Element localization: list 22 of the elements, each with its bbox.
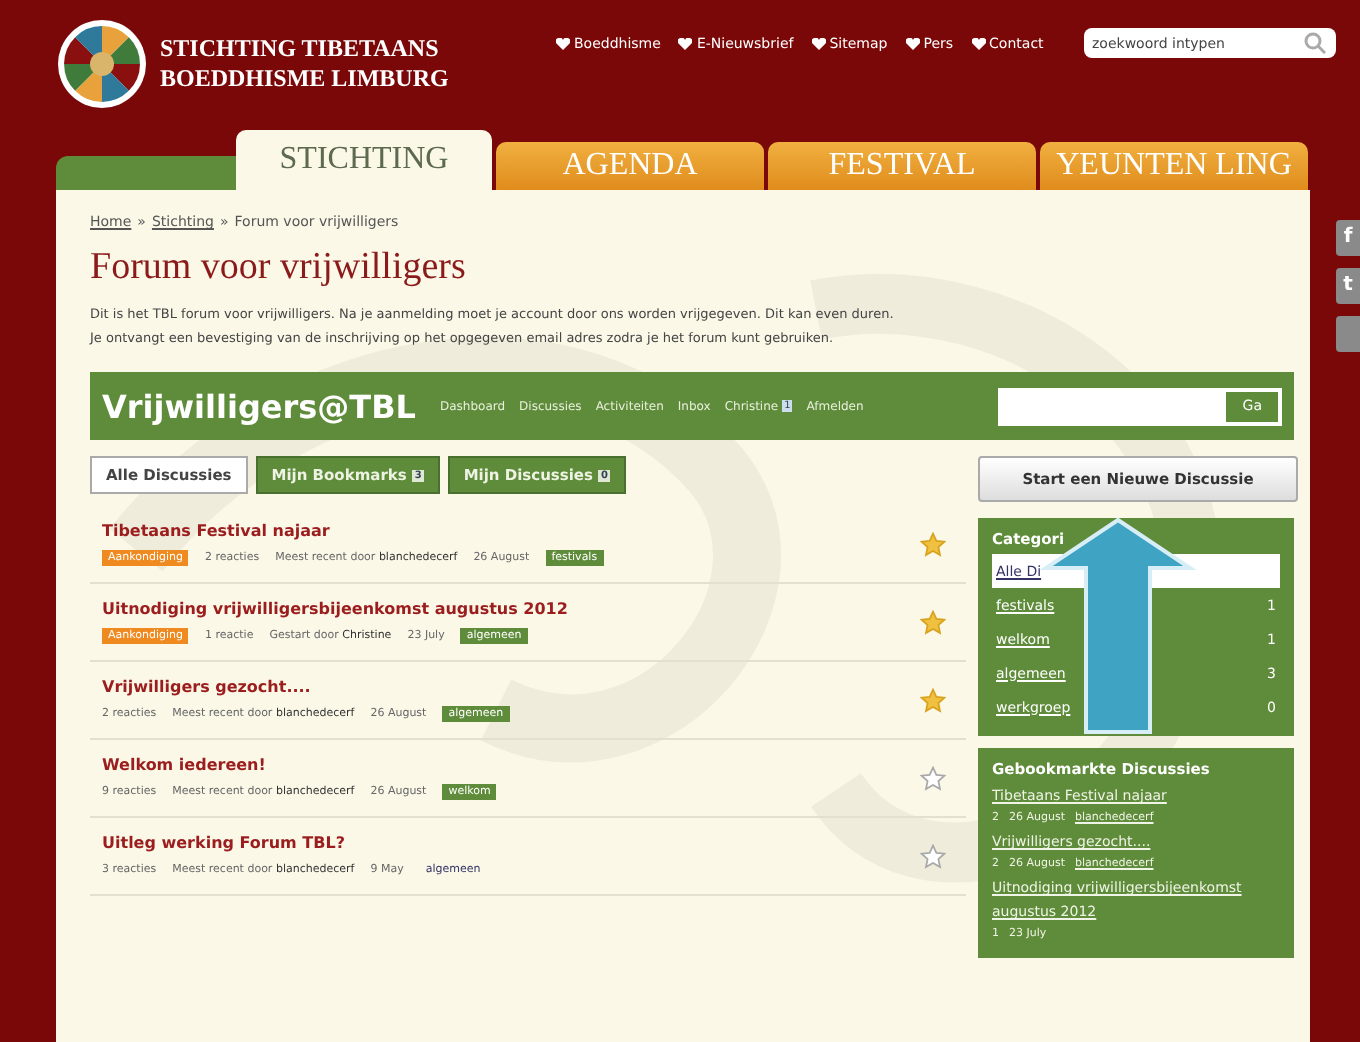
- site-title: STICHTING TIBETAANS: [160, 34, 441, 64]
- heart-icon: [556, 38, 570, 50]
- heart-icon: [905, 38, 920, 50]
- discussion-title[interactable]: Tibetaans Festival najaar: [102, 522, 920, 540]
- discussion-title[interactable]: Vrijwilligers gezocht....: [102, 678, 920, 696]
- discussion-title[interactable]: Uitnodiging vrijwilligersbijeenkomst augustus 2012: [102, 600, 920, 618]
- search-icon: [1304, 32, 1326, 54]
- discussion-title[interactable]: Welkom iedereen!: [102, 756, 920, 774]
- heart-icon: [811, 38, 826, 50]
- logo-icon: [56, 18, 148, 110]
- share-tab[interactable]: f: [1336, 220, 1360, 256]
- menu-tab[interactable]: AGENDA: [496, 142, 764, 190]
- menu-tab[interactable]: YEUNTEN LING: [1040, 142, 1308, 190]
- share-tab[interactable]: t: [1336, 268, 1360, 304]
- heart-icon: [678, 38, 693, 50]
- page-title: Forum voor vrijwilligers: [90, 246, 468, 290]
- discussion-title[interactable]: Uitleg werking Forum TBL?: [102, 834, 920, 852]
- menu-tab[interactable]: FESTIVAL: [768, 142, 1036, 190]
- share-tab[interactable]: [1336, 316, 1360, 352]
- site-title: BOEDDHISME LIMBURG: [160, 64, 451, 94]
- forum-name: Vrijwilligers@TBL: [102, 387, 416, 425]
- heart-icon: [971, 38, 986, 50]
